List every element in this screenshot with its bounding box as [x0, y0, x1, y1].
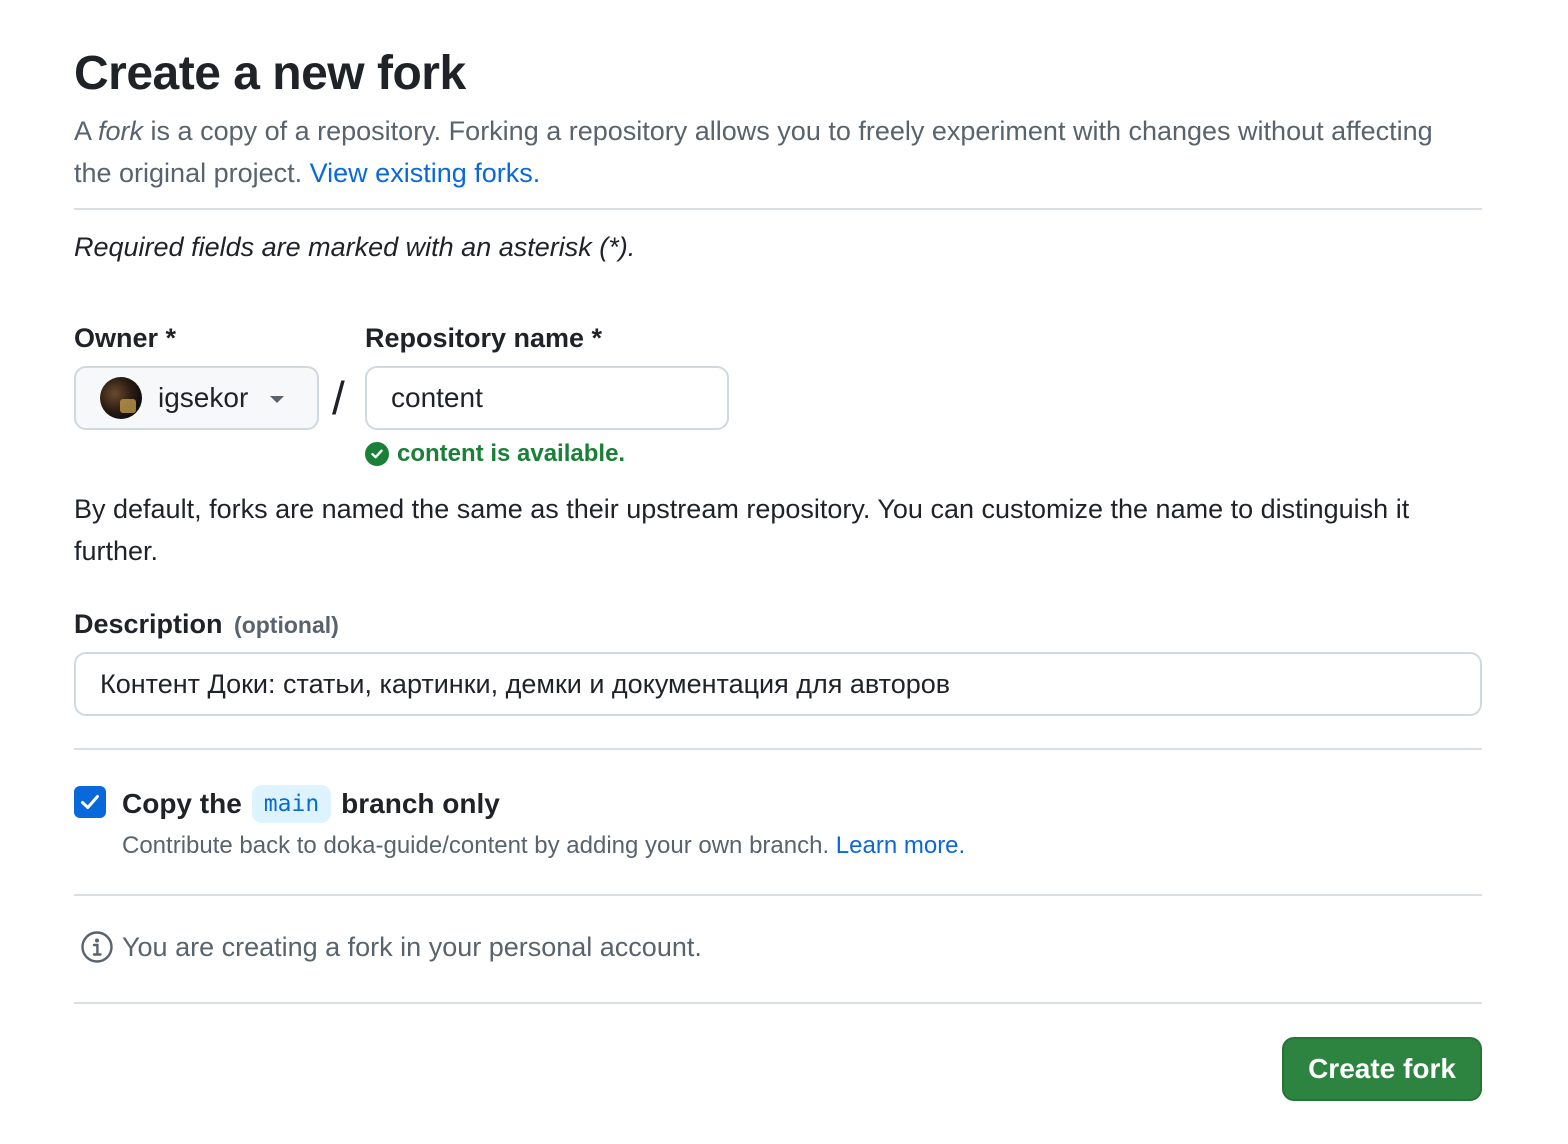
create-fork-page: Create a new fork A fork is a copy of a … [0, 0, 1568, 1144]
required-fields-note: Required fields are marked with an aster… [74, 232, 636, 262]
description-label-row: Description (optional) [74, 606, 339, 643]
repository-name-label: Repository name * [365, 323, 603, 353]
create-fork-button[interactable]: Create fork [1282, 1037, 1482, 1101]
personal-account-info: You are creating a fork in your personal… [80, 930, 702, 964]
owner-name: igsekor [158, 382, 249, 413]
divider [74, 1002, 1482, 1004]
availability-message: content is available. [365, 440, 625, 468]
caret-down-icon [270, 396, 285, 403]
checkmark-icon [81, 795, 99, 809]
divider [74, 208, 1482, 210]
copy-branch-label[interactable]: Copy the main branch only [122, 782, 500, 826]
intro-fork-term: fork [98, 116, 144, 146]
copy-label-prefix: Copy the [122, 788, 242, 819]
optional-hint: (optional) [234, 612, 339, 638]
page-title: Create a new fork [74, 47, 466, 100]
repository-name-input[interactable] [365, 366, 729, 430]
copy-branch-hint: Contribute back to doka-guide/content by… [122, 830, 965, 862]
info-icon [81, 931, 113, 963]
copy-label-suffix: branch only [341, 788, 500, 819]
owner-select[interactable]: igsekor [74, 366, 319, 430]
divider [74, 894, 1482, 896]
check-circle-icon [365, 442, 389, 466]
page-intro: A fork is a copy of a repository. Forkin… [74, 110, 1474, 194]
owner-label: Owner * [74, 323, 177, 353]
divider [74, 748, 1482, 750]
branch-name-badge: main [251, 785, 332, 823]
learn-more-link[interactable]: Learn more. [836, 832, 965, 859]
copy-main-branch-checkbox[interactable] [74, 786, 106, 818]
avatar [100, 377, 142, 419]
description-input[interactable] [74, 652, 1482, 716]
owner-repo-separator: / [332, 372, 345, 424]
default-name-note: By default, forks are named the same as … [74, 494, 1410, 566]
copy-branch-hint-text: Contribute back to doka-guide/content by… [122, 832, 836, 859]
intro-prefix: A [74, 116, 99, 146]
intro-text: is a copy of a repository. Forking a rep… [74, 116, 1433, 188]
availability-text: content is available. [397, 440, 626, 467]
info-text: You are creating a fork in your personal… [122, 931, 702, 962]
view-existing-forks-link[interactable]: View existing forks. [310, 158, 541, 188]
description-label: Description [74, 609, 223, 639]
